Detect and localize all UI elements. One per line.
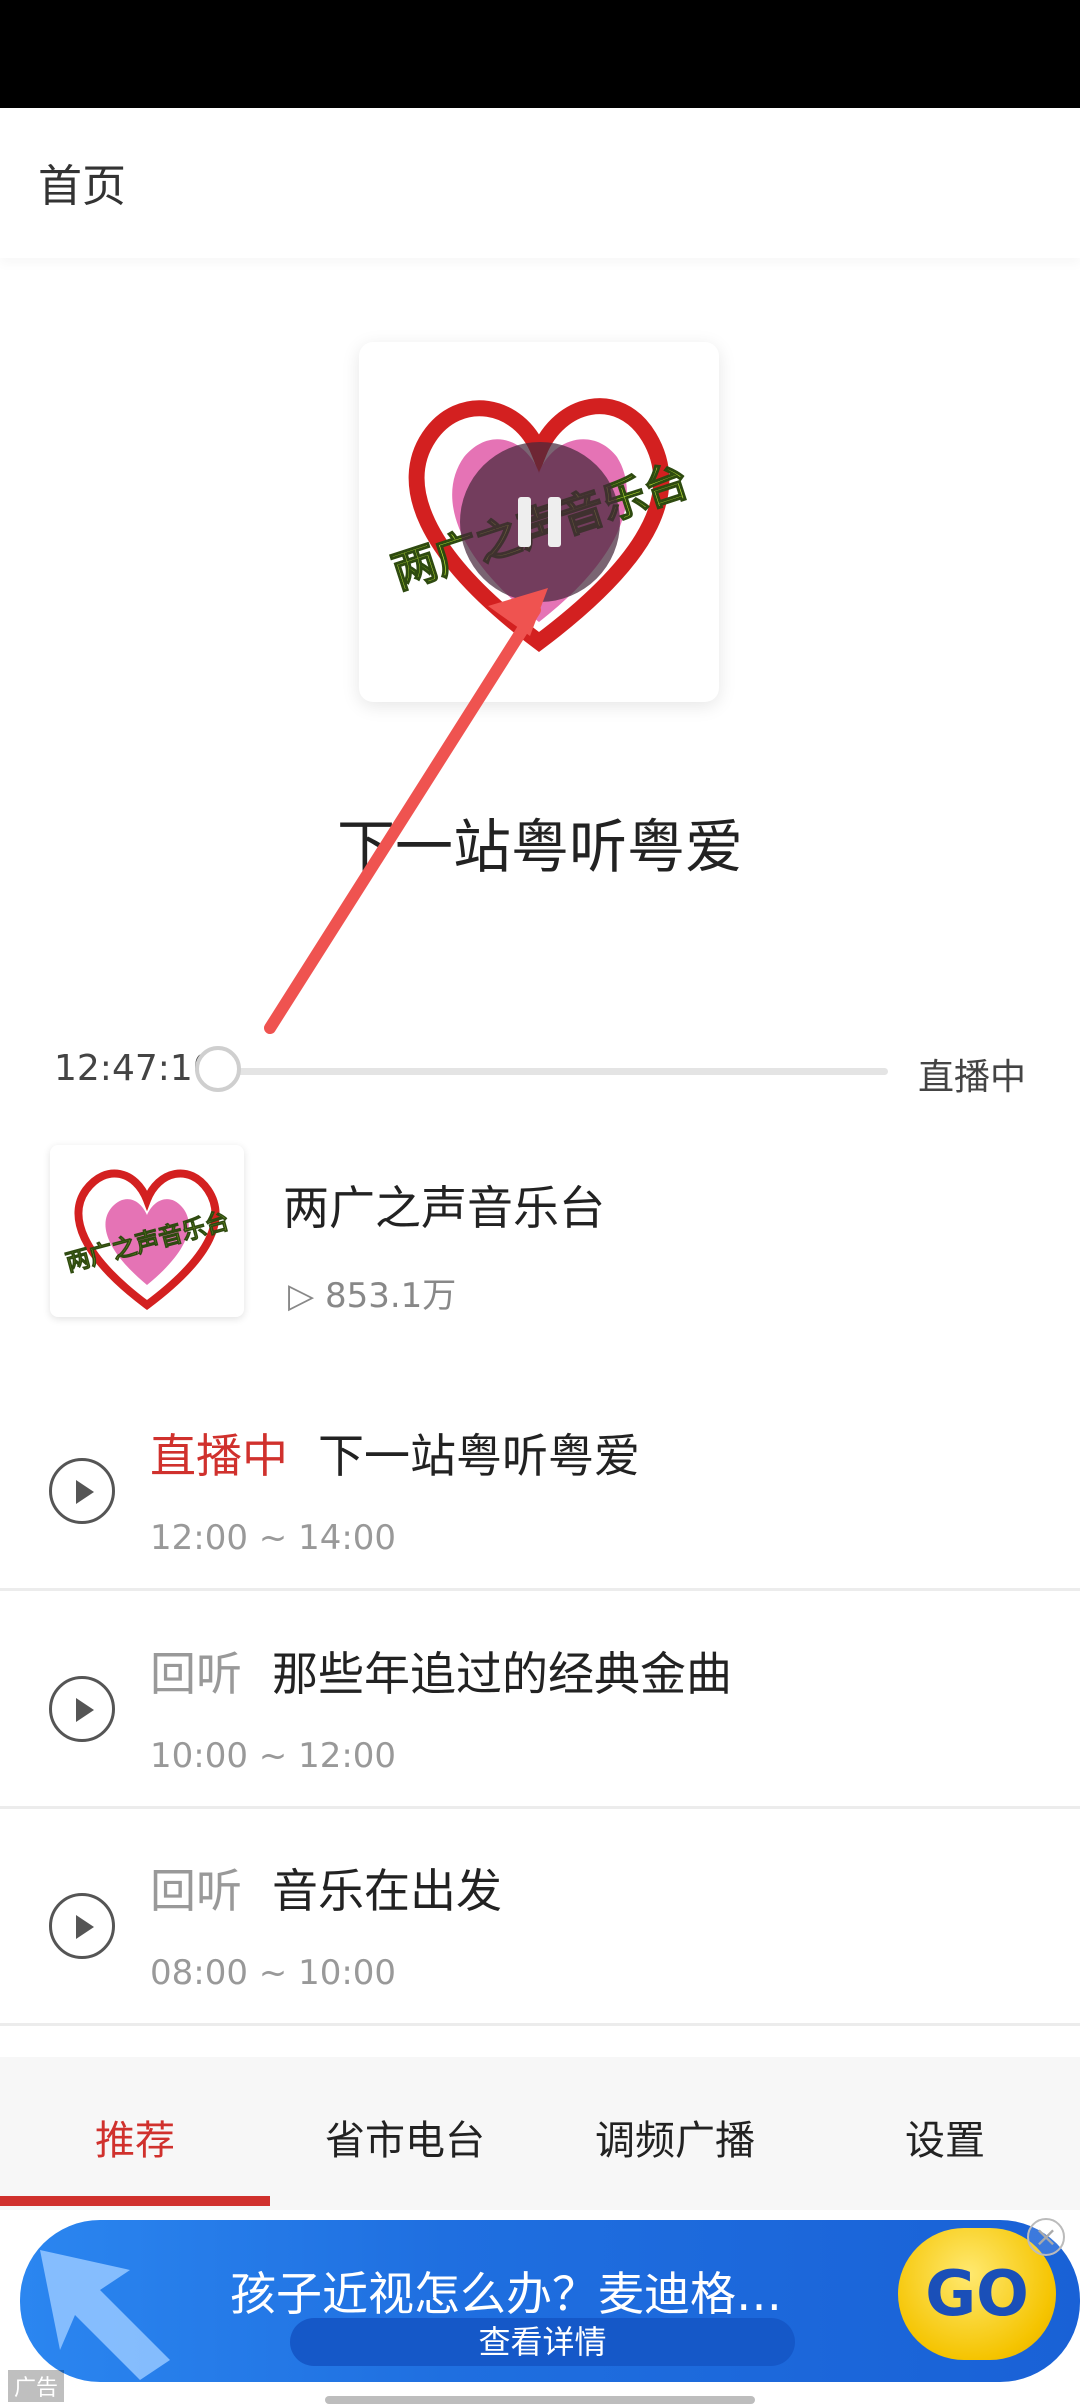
ad-headline: 孩子近视怎么办？麦迪格… bbox=[230, 2267, 782, 2321]
tab-provincial-stations[interactable]: 省市电台 bbox=[270, 2108, 540, 2166]
tab-active-indicator bbox=[0, 2196, 270, 2206]
schedule-title: 音乐在出发 bbox=[272, 1864, 502, 1918]
schedule-tag: 直播中 bbox=[150, 1429, 288, 1483]
home-indicator[interactable] bbox=[325, 2396, 755, 2404]
play-count: ▷ 853.1万 bbox=[288, 1276, 457, 1316]
close-icon[interactable]: × bbox=[1027, 2218, 1065, 2256]
play-icon[interactable] bbox=[49, 1458, 115, 1524]
tab-fm-broadcast[interactable]: 调频广播 bbox=[540, 2108, 810, 2166]
current-time: 12:47:10 bbox=[54, 1048, 216, 1089]
play-icon[interactable] bbox=[49, 1676, 115, 1742]
annotation-arrow bbox=[264, 588, 548, 1034]
ad-arrow-icon bbox=[40, 2250, 170, 2380]
schedule-time: 08:00 ~ 10:00 bbox=[150, 1953, 397, 1993]
progress-bar[interactable] bbox=[220, 1068, 888, 1075]
schedule-row[interactable]: 回听 那些年追过的经典金曲 10:00 ~ 12:00 bbox=[0, 1590, 1080, 1809]
progress-knob[interactable] bbox=[195, 1046, 241, 1092]
schedule-title: 那些年追过的经典金曲 bbox=[272, 1647, 732, 1701]
schedule-tag: 回听 bbox=[150, 1647, 242, 1701]
ad-label: 广告 bbox=[8, 2370, 65, 2402]
schedule-time: 10:00 ~ 12:00 bbox=[150, 1736, 397, 1776]
schedule-row[interactable]: 回听 音乐在出发 08:00 ~ 10:00 bbox=[0, 1807, 1080, 2026]
station-thumbnail[interactable]: 两广之声音乐台 bbox=[50, 1145, 244, 1317]
station-name: 两广之声音乐台 bbox=[283, 1181, 605, 1235]
schedule-tag: 回听 bbox=[150, 1864, 242, 1918]
play-icon[interactable] bbox=[49, 1893, 115, 1959]
schedule-time: 12:00 ~ 14:00 bbox=[150, 1518, 397, 1558]
heart-logo-icon: 两广之声音乐台 bbox=[62, 1169, 233, 1310]
schedule-row[interactable]: 直播中 下一站粤听粤爱 12:00 ~ 14:00 bbox=[0, 1372, 1080, 1591]
ad-details-button[interactable]: 查看详情 bbox=[290, 2318, 795, 2366]
schedule-title: 下一站粤听粤爱 bbox=[318, 1429, 640, 1483]
live-label: 直播中 bbox=[918, 1057, 1027, 1098]
tab-recommend[interactable]: 推荐 bbox=[0, 2108, 270, 2166]
tab-settings[interactable]: 设置 bbox=[810, 2108, 1080, 2166]
